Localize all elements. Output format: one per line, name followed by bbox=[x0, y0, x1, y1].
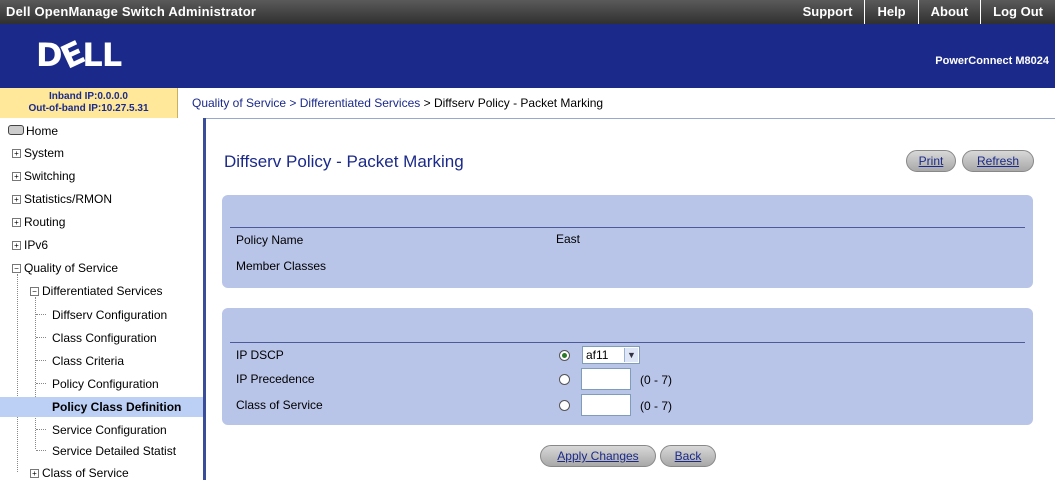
ip-precedence-range: (0 - 7) bbox=[640, 373, 673, 387]
sidebar-label: Class of Service bbox=[42, 466, 129, 480]
ip-precedence-input[interactable] bbox=[581, 368, 631, 390]
brand-bar: DELL PowerConnect M8024 bbox=[0, 24, 1055, 88]
sidebar-label: Routing bbox=[24, 215, 66, 229]
home-icon bbox=[8, 125, 24, 135]
print-button[interactable]: Print bbox=[906, 150, 956, 172]
apply-changes-button[interactable]: Apply Changes bbox=[540, 445, 656, 467]
logout-link[interactable]: Log Out bbox=[980, 0, 1055, 24]
breadcrumb-bar: Quality of Service > Differentiated Serv… bbox=[178, 88, 1055, 119]
refresh-button[interactable]: Refresh bbox=[962, 150, 1034, 172]
ip-dscp-label: IP DSCP bbox=[236, 348, 284, 362]
policy-info-panel: Policy Name East Member Classes bbox=[222, 195, 1033, 288]
about-link[interactable]: About bbox=[917, 0, 981, 24]
sidebar-item-switching[interactable]: + Switching bbox=[12, 169, 75, 183]
sidebar-label: Policy Class Definition bbox=[52, 400, 182, 414]
chevron-down-icon: ▼ bbox=[624, 348, 638, 362]
expand-icon[interactable]: + bbox=[12, 172, 21, 181]
collapse-icon[interactable]: − bbox=[30, 287, 39, 296]
sidebar-label: Quality of Service bbox=[24, 261, 119, 275]
help-link[interactable]: Help bbox=[864, 0, 917, 24]
sidebar-label: IPv6 bbox=[24, 238, 49, 252]
ip-precedence-radio[interactable] bbox=[559, 374, 570, 385]
sidebar-label: Home bbox=[26, 124, 59, 138]
expand-icon[interactable]: + bbox=[12, 241, 21, 250]
sidebar-item-statistics[interactable]: + Statistics/RMON bbox=[12, 192, 112, 206]
breadcrumb-sep: > bbox=[286, 96, 300, 110]
ip-dscp-select[interactable]: af11 ▼ bbox=[582, 346, 640, 364]
sidebar-label: Switching bbox=[24, 169, 76, 183]
member-classes-label: Member Classes bbox=[236, 259, 327, 273]
cos-range: (0 - 7) bbox=[640, 399, 673, 413]
oob-ip: Out-of-band IP:10.27.5.31 bbox=[28, 103, 149, 114]
breadcrumb-current: Diffserv Policy - Packet Marking bbox=[433, 96, 604, 110]
sidebar: Home + System + Switching + Statistics/RMON… bbox=[0, 118, 206, 480]
breadcrumb-qos[interactable]: Quality of Service bbox=[192, 96, 286, 110]
inband-ip: Inband IP:0.0.0.0 bbox=[49, 91, 128, 102]
sidebar-item-service-detailed[interactable]: Service Detailed Statist bbox=[50, 443, 178, 459]
app-title: Dell OpenManage Switch Administrator bbox=[6, 4, 257, 19]
ip-dscp-radio[interactable] bbox=[559, 350, 570, 361]
sidebar-item-policy-class-definition[interactable]: Policy Class Definition bbox=[0, 397, 203, 417]
expand-icon[interactable]: + bbox=[12, 149, 21, 158]
sidebar-label: System bbox=[24, 146, 65, 160]
sidebar-item-home[interactable]: Home bbox=[8, 124, 58, 138]
cos-input[interactable] bbox=[581, 394, 631, 416]
tree-line bbox=[36, 337, 46, 338]
sidebar-item-policy-config[interactable]: Policy Configuration bbox=[50, 376, 161, 392]
ip-dscp-selected: af11 bbox=[586, 348, 609, 362]
main-content: Diffserv Policy - Packet Marking Print R… bbox=[206, 118, 1055, 480]
policy-name-label: Policy Name bbox=[236, 233, 304, 247]
marking-panel: IP DSCP af11 ▼ IP Precedence (0 - 7) Cla… bbox=[222, 308, 1033, 425]
divider bbox=[230, 342, 1025, 343]
sidebar-item-class-criteria[interactable]: Class Criteria bbox=[50, 353, 126, 369]
member-classes-row: Member Classes bbox=[230, 257, 1025, 275]
sidebar-item-service-config[interactable]: Service Configuration bbox=[50, 422, 169, 438]
sidebar-item-system[interactable]: + System bbox=[12, 146, 64, 160]
tree-line bbox=[36, 360, 46, 361]
tree-line bbox=[36, 314, 46, 315]
ip-precedence-row: IP Precedence (0 - 7) bbox=[230, 368, 1025, 390]
tree-line bbox=[17, 274, 18, 472]
dell-logo: DELL bbox=[36, 33, 122, 77]
cos-label: Class of Service bbox=[236, 398, 323, 412]
sidebar-item-qos[interactable]: − Quality of Service bbox=[12, 261, 118, 275]
policy-name-row: Policy Name East bbox=[230, 231, 1025, 249]
sidebar-item-routing[interactable]: + Routing bbox=[12, 215, 65, 229]
breadcrumb-sep: > bbox=[420, 96, 434, 110]
sidebar-item-class-config[interactable]: Class Configuration bbox=[50, 330, 159, 346]
top-bar: Dell OpenManage Switch Administrator Sup… bbox=[0, 0, 1055, 24]
tree-line bbox=[36, 429, 46, 430]
page-title: Diffserv Policy - Packet Marking bbox=[224, 152, 464, 171]
tree-line bbox=[35, 297, 36, 449]
tree-line bbox=[36, 450, 46, 451]
ip-info: Inband IP:0.0.0.0 Out-of-band IP:10.27.5… bbox=[0, 88, 178, 118]
breadcrumb-diffserv[interactable]: Differentiated Services bbox=[300, 96, 421, 110]
cos-row: Class of Service (0 - 7) bbox=[230, 394, 1025, 416]
ip-dscp-row: IP DSCP af11 ▼ bbox=[230, 346, 1025, 364]
product-name: PowerConnect M8024 bbox=[935, 55, 1049, 67]
sidebar-item-cos[interactable]: + Class of Service bbox=[30, 466, 129, 480]
ip-precedence-label: IP Precedence bbox=[236, 372, 315, 386]
sidebar-item-ipv6[interactable]: + IPv6 bbox=[12, 238, 48, 252]
sidebar-label: Statistics/RMON bbox=[24, 192, 113, 206]
support-link[interactable]: Support bbox=[791, 0, 865, 24]
policy-name-value: East bbox=[556, 232, 581, 246]
sidebar-item-diffserv-config[interactable]: Diffserv Configuration bbox=[50, 307, 169, 323]
sidebar-label: Differentiated Services bbox=[42, 284, 163, 298]
cos-radio[interactable] bbox=[559, 400, 570, 411]
back-button[interactable]: Back bbox=[660, 445, 716, 467]
divider bbox=[230, 227, 1025, 228]
collapse-icon[interactable]: − bbox=[12, 264, 21, 273]
top-nav: Support Help About Log Out bbox=[791, 0, 1055, 24]
breadcrumb: Quality of Service > Differentiated Serv… bbox=[192, 96, 603, 110]
expand-icon[interactable]: + bbox=[30, 469, 39, 478]
sidebar-item-diffserv[interactable]: − Differentiated Services bbox=[30, 284, 163, 298]
tree-line bbox=[36, 383, 46, 384]
expand-icon[interactable]: + bbox=[12, 218, 21, 227]
expand-icon[interactable]: + bbox=[12, 195, 21, 204]
